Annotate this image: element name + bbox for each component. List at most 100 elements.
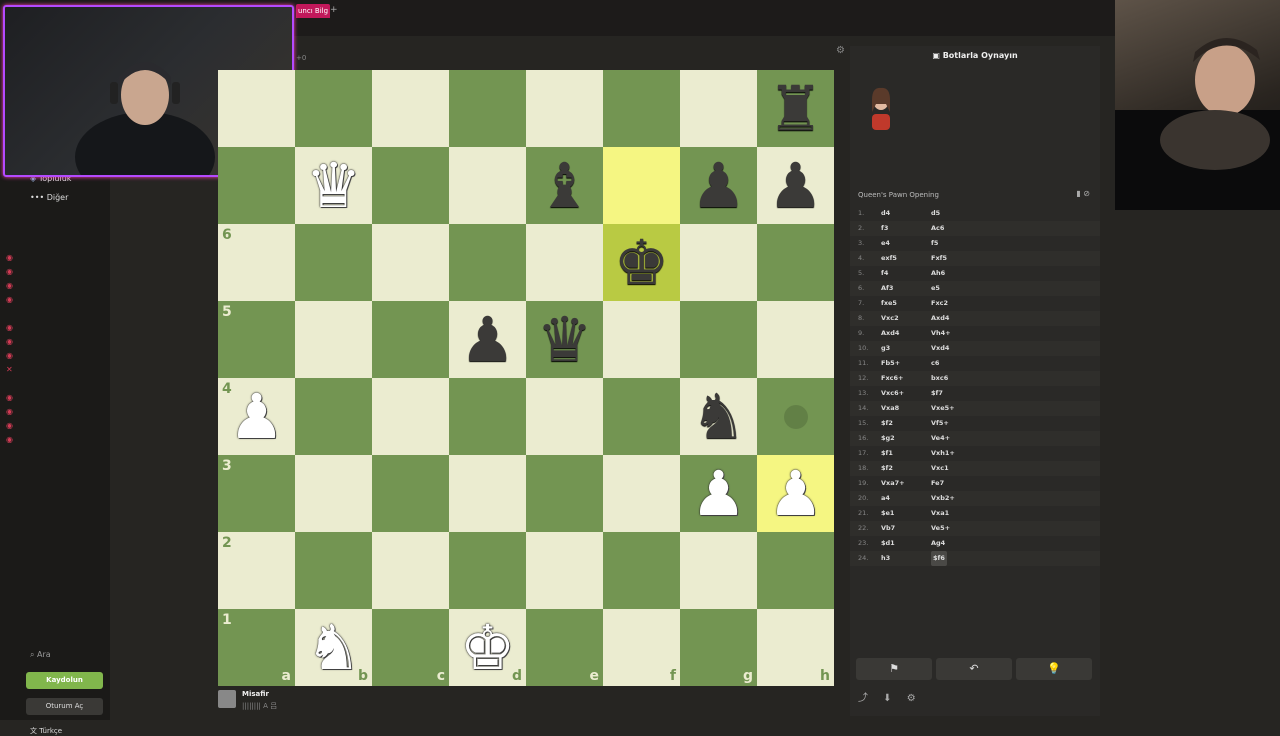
white-move[interactable]: $f1 [881,446,893,461]
square-g4[interactable]: ♞ [680,378,757,455]
square-c6[interactable] [372,224,449,301]
square-a7[interactable] [218,147,295,224]
square-g1[interactable]: g [680,609,757,686]
black-move[interactable]: bxc6 [931,371,948,386]
square-h6[interactable] [757,224,834,301]
square-d2[interactable] [449,532,526,609]
square-e5[interactable]: ♛ [526,301,603,378]
square-h5[interactable] [757,301,834,378]
square-e3[interactable] [526,455,603,532]
opening-tools[interactable]: ▮ ⊘ [1076,189,1090,198]
login-button[interactable]: Oturum Aç [26,698,103,715]
square-f7[interactable] [603,147,680,224]
white-move[interactable]: $d1 [881,536,895,551]
square-e6[interactable] [526,224,603,301]
white-move[interactable]: g3 [881,341,890,356]
white-move[interactable]: Af3 [881,281,893,296]
square-e1[interactable]: e [526,609,603,686]
black-move[interactable]: Ve5+ [931,521,950,536]
black-move[interactable]: d5 [931,206,940,221]
square-e7[interactable]: ♝ [526,147,603,224]
square-a3[interactable]: 3 [218,455,295,532]
white-move[interactable]: Vxa7+ [881,476,905,491]
square-f8[interactable] [603,70,680,147]
square-d8[interactable] [449,70,526,147]
square-a1[interactable]: 1a [218,609,295,686]
white-move[interactable]: $f2 [881,461,893,476]
black-move[interactable]: Ve4+ [931,431,950,446]
panel-footer-icons[interactable]: ⤴ ⬇ ⚙ [858,689,922,704]
black-move[interactable]: Vxc1 [931,461,949,476]
close-icon[interactable]: ⊘ [1083,189,1090,198]
black-piece-g7[interactable]: ♟ [691,154,747,217]
chess-board[interactable]: ♜ ♛ ♝ ♟ ♟ 6 ♚ 5 ♟ ♛ 4 ♟ ♞ 3 ♟ ♟ 2 1 a b ♞ c d ♚ e f g h [218,70,834,686]
new-tab-button[interactable]: + [330,5,338,15]
white-move[interactable]: e4 [881,236,890,251]
book-icon[interactable]: ▮ [1076,189,1080,198]
white-move[interactable]: h3 [881,551,890,566]
white-move[interactable]: f4 [881,266,888,281]
white-piece-d1[interactable]: ♚ [460,616,516,679]
black-move[interactable]: Vxh1+ [931,446,955,461]
black-move[interactable]: Vxe5+ [931,401,955,416]
black-move[interactable]: c6 [931,356,939,371]
square-f3[interactable] [603,455,680,532]
white-move[interactable]: d4 [881,206,890,221]
white-move[interactable]: Fb5+ [881,356,900,371]
square-h1[interactable]: h [757,609,834,686]
white-move[interactable]: $g2 [881,431,895,446]
square-h2[interactable] [757,532,834,609]
black-piece-h8[interactable]: ♜ [768,77,824,140]
square-f5[interactable] [603,301,680,378]
square-d4[interactable] [449,378,526,455]
sidebar-item-more[interactable]: ••• Diğer [30,193,68,202]
black-piece-e7[interactable]: ♝ [537,154,593,217]
square-g8[interactable] [680,70,757,147]
black-piece-h7[interactable]: ♟ [768,154,824,217]
square-a8[interactable] [218,70,295,147]
white-piece-h3[interactable]: ♟ [768,462,824,525]
black-move[interactable]: Ah6 [931,266,945,281]
square-d3[interactable] [449,455,526,532]
black-move[interactable]: f5 [931,236,938,251]
white-move[interactable]: Vxa8 [881,401,899,416]
square-b3[interactable] [295,455,372,532]
black-move[interactable]: Vh4+ [931,326,951,341]
black-move[interactable]: Vxd4 [931,341,949,356]
square-h3[interactable]: ♟ [757,455,834,532]
white-move[interactable]: Vb7 [881,521,895,536]
sidebar-search[interactable]: ⌕ Ara [30,650,51,660]
white-move[interactable]: Vxc2 [881,311,899,326]
hint-button[interactable]: 💡 [1016,658,1092,680]
square-e2[interactable] [526,532,603,609]
white-move[interactable]: Axd4 [881,326,899,341]
black-move[interactable]: Fxf5 [931,251,947,266]
square-d7[interactable] [449,147,526,224]
square-b1[interactable]: b ♞ [295,609,372,686]
white-move[interactable]: Vxc6+ [881,386,904,401]
language-selector[interactable]: 文 Türkçe [30,726,62,736]
square-g5[interactable] [680,301,757,378]
square-h8[interactable]: ♜ [757,70,834,147]
square-g6[interactable] [680,224,757,301]
black-move[interactable]: Vxb2+ [931,491,955,506]
black-piece-e5[interactable]: ♛ [537,308,593,371]
white-move[interactable]: a4 [881,491,890,506]
square-e8[interactable] [526,70,603,147]
black-move[interactable]: Axd4 [931,311,949,326]
square-a4[interactable]: 4 ♟ [218,378,295,455]
board-settings-icon[interactable]: ⚙ [836,45,845,56]
black-move[interactable]: Ag4 [931,536,945,551]
square-a5[interactable]: 5 [218,301,295,378]
square-g7[interactable]: ♟ [680,147,757,224]
black-piece-f6[interactable]: ♚ [614,231,670,294]
white-piece-a4[interactable]: ♟ [229,385,285,448]
square-f2[interactable] [603,532,680,609]
browser-tab[interactable]: uncı Bilg [296,4,330,18]
white-piece-b1[interactable]: ♞ [306,616,362,679]
square-e4[interactable] [526,378,603,455]
black-move[interactable]: $f6 [931,551,947,566]
black-piece-g4[interactable]: ♞ [691,385,747,448]
square-d6[interactable] [449,224,526,301]
resign-button[interactable]: ⚑ [856,658,932,680]
